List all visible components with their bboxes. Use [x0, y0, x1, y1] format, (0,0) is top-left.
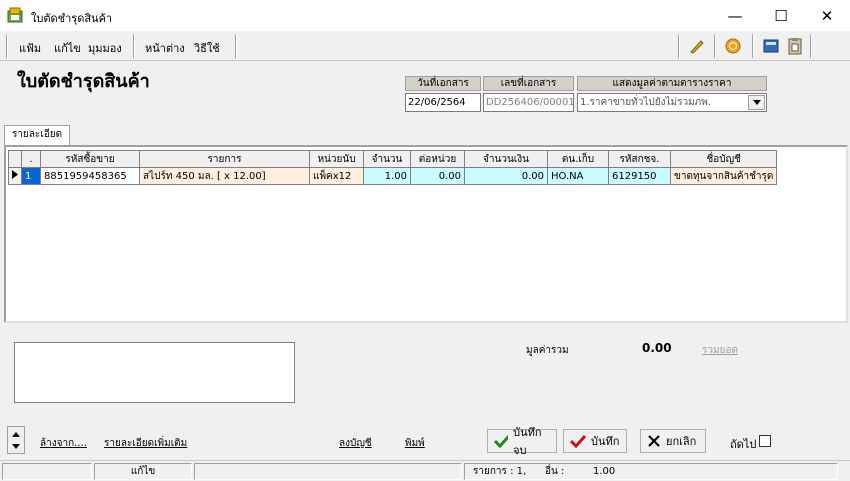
- cell-unit[interactable]: แพ็คx12: [309, 167, 364, 185]
- calculator-icon[interactable]: [760, 35, 782, 57]
- status-panel: [2, 463, 92, 480]
- next-checkbox[interactable]: [759, 435, 771, 447]
- price-table-select[interactable]: 1.ราคาขายทั่วไปยังไม่รวมภพ.: [577, 93, 767, 112]
- cell-price[interactable]: 0.00: [410, 167, 465, 185]
- cell-qty[interactable]: 1.00: [363, 167, 411, 185]
- status-summary: รายการ : 1, อื่น : 1.00: [464, 463, 838, 480]
- minimize-button[interactable]: —: [712, 0, 758, 31]
- window-title: ใบตัดชำรุดสินค้า: [31, 12, 113, 25]
- coin-icon[interactable]: [722, 35, 744, 57]
- check-icon: [570, 434, 586, 448]
- doc-no-label: เลขที่เอกสาร: [483, 76, 574, 91]
- cell-acct-name[interactable]: ขาดทุนจากสินค้าชำรุด: [669, 167, 778, 185]
- doc-date-field[interactable]: 22/06/2564: [405, 93, 481, 112]
- menu-window[interactable]: หน้าต่าง: [145, 39, 185, 57]
- cell-location[interactable]: HO.NA: [547, 167, 609, 185]
- more-detail-link[interactable]: รายละเอียดเพิ่มเติม: [104, 436, 187, 451]
- doc-no-field[interactable]: DD256406/00001: [483, 93, 574, 112]
- status-bar: แก้ไข รายการ : 1, อื่น : 1.00: [0, 460, 850, 481]
- status-other-label: อื่น :: [545, 466, 565, 477]
- detail-grid: . รหัสซื้อขาย รายการ หน่วยนับ จำนวน ต่อห…: [4, 145, 848, 323]
- separator: [6, 34, 8, 58]
- print-link[interactable]: พิมพ์: [405, 436, 425, 451]
- col-code: รหัสซื้อขาย: [40, 150, 140, 168]
- menu-edit[interactable]: แก้ไข: [54, 39, 81, 57]
- col-index: .: [21, 150, 41, 168]
- separator: [678, 34, 680, 58]
- separator: [133, 34, 135, 58]
- col-amount: จำนวนเงิน: [464, 150, 548, 168]
- pen-icon[interactable]: [686, 35, 708, 57]
- col-price: ต่อหน่วย: [410, 150, 465, 168]
- save-print-label: บันทึกจบ: [513, 426, 542, 457]
- clipboard-icon[interactable]: [784, 35, 806, 57]
- chevron-down-icon[interactable]: [748, 95, 765, 110]
- close-button[interactable]: ✕: [804, 0, 850, 31]
- separator: [235, 34, 237, 58]
- table-row[interactable]: 1 8851959458365 สไปร์ท 450 มล. [ x 12.00…: [8, 167, 778, 185]
- price-table-value: 1.ราคาขายทั่วไปยังไม่รวมภพ.: [580, 97, 712, 108]
- col-unit: หน่วยนับ: [309, 150, 364, 168]
- col-location: ตน.เก็บ: [547, 150, 609, 168]
- cell-acct-code[interactable]: 6129150: [608, 167, 671, 185]
- cancel-button[interactable]: ยกเลิก: [640, 429, 706, 453]
- save-button[interactable]: บันทึก: [563, 429, 627, 453]
- total-label: มูลค่ารวม: [526, 345, 569, 356]
- save-label: บันทึก: [591, 435, 620, 448]
- price-table-label: แสดงมูลค่าตามตารางราคา: [577, 76, 767, 91]
- row-indicator-icon: [8, 167, 22, 185]
- table-header-row: . รหัสซื้อขาย รายการ หน่วยนับ จำนวน ต่อห…: [8, 150, 778, 168]
- cell-no[interactable]: 1: [21, 167, 41, 185]
- check-icon: [494, 434, 509, 448]
- status-other-value: 1.00: [593, 466, 616, 477]
- separator: [752, 34, 754, 58]
- memo-textarea[interactable]: [14, 342, 295, 403]
- pull-from-link[interactable]: ล้างจาก....: [40, 436, 87, 451]
- separator: [810, 34, 812, 58]
- col-acct-name: ชื่อบัญชี: [669, 150, 778, 168]
- sum-total-link[interactable]: รวมยอด: [702, 343, 738, 358]
- menu-help[interactable]: วิธีใช้: [194, 39, 220, 57]
- cancel-label: ยกเลิก: [666, 435, 697, 448]
- page-title: ใบตัดชำรุดสินค้า: [17, 71, 150, 92]
- separator: [714, 34, 716, 58]
- tab-detail[interactable]: รายละเอียด: [4, 125, 70, 146]
- app-icon: [7, 7, 23, 23]
- maximize-button[interactable]: ☐: [758, 0, 804, 31]
- status-items: รายการ : 1,: [473, 466, 527, 477]
- cell-amount[interactable]: 0.00: [464, 167, 548, 185]
- col-qty: จำนวน: [363, 150, 411, 168]
- row-spinner[interactable]: [7, 426, 25, 454]
- save-print-button[interactable]: บันทึกจบ: [487, 426, 557, 457]
- detail-table: . รหัสซื้อขาย รายการ หน่วยนับ จำนวน ต่อห…: [8, 150, 778, 185]
- cell-item[interactable]: สไปร์ท 450 มล. [ x 12.00]: [139, 167, 310, 185]
- title-bar: ใบตัดชำรุดสินค้า — ☐ ✕: [0, 0, 850, 31]
- menu-file[interactable]: แฟ้ม: [19, 39, 41, 57]
- status-mode: แก้ไข: [94, 463, 192, 480]
- doc-date-label: วันที่เอกสาร: [405, 76, 481, 91]
- close-icon: [648, 435, 660, 447]
- total-value: 0.00: [642, 341, 672, 355]
- next-label: ถัดไป: [730, 438, 757, 451]
- col-indicator: [8, 150, 22, 168]
- menu-bar: แฟ้ม แก้ไข มุมมอง หน้าต่าง วิธีใช้: [0, 31, 850, 61]
- cell-code[interactable]: 8851959458365: [40, 167, 140, 185]
- status-panel: [194, 463, 462, 480]
- col-acct-code: รหัสกชจ.: [608, 150, 671, 168]
- col-item: รายการ: [139, 150, 310, 168]
- post-link[interactable]: ลงบัญชี: [339, 436, 372, 451]
- menu-view[interactable]: มุมมอง: [88, 39, 122, 57]
